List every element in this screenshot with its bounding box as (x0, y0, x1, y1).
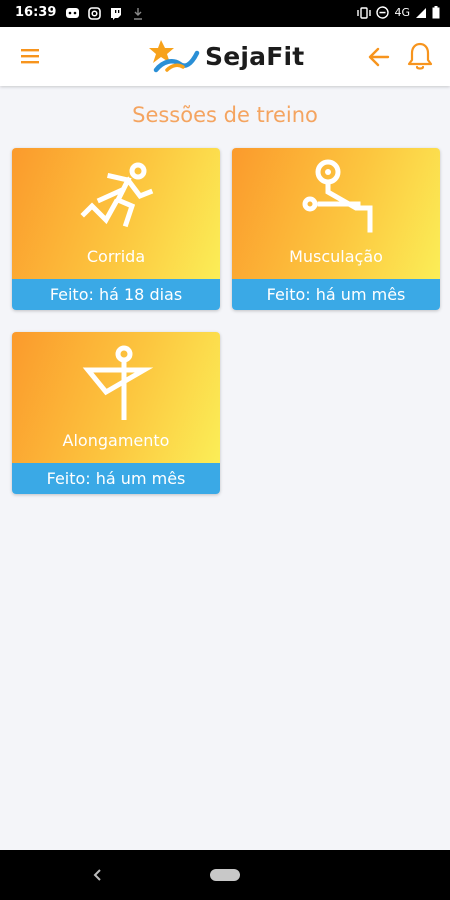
status-bar: 16:39 4G (0, 0, 450, 27)
chevron-left-icon (93, 869, 101, 881)
card-status: Feito: há um mês (232, 279, 440, 310)
card-header: Alongamento (12, 332, 220, 463)
notifications-button[interactable] (406, 41, 434, 71)
sejafit-logo: SejaFit (147, 37, 304, 75)
session-card-musculacao[interactable]: Musculação Feito: há um mês (232, 148, 440, 310)
vibrate-icon (357, 6, 372, 19)
home-pill[interactable] (210, 869, 240, 881)
notification-icons (64, 6, 146, 20)
card-header: Musculação (232, 148, 440, 279)
network-type: 4G (394, 6, 410, 19)
system-icons: 4G (357, 6, 440, 19)
app-bar: SejaFit (0, 27, 450, 86)
status-time: 16:39 (15, 5, 57, 20)
running-icon (80, 162, 154, 228)
card-status: Feito: há um mês (12, 463, 220, 494)
card-header: Corrida (12, 148, 220, 279)
hamburger-icon (21, 49, 39, 64)
back-button[interactable] (366, 44, 392, 70)
do-not-disturb-icon (376, 6, 390, 19)
signal-icon (416, 7, 426, 18)
page-title: Sessões de treino (132, 103, 318, 127)
twitch-icon (108, 6, 124, 20)
bell-icon (407, 42, 433, 70)
menu-button[interactable] (18, 45, 44, 67)
download-icon (130, 6, 146, 20)
card-title: Musculação (289, 247, 383, 266)
stretching-icon (82, 345, 154, 420)
discord-icon (64, 6, 80, 20)
card-status: Feito: há 18 dias (12, 279, 220, 310)
session-card-alongamento[interactable]: Alongamento Feito: há um mês (12, 332, 220, 494)
battery-icon (432, 6, 440, 19)
session-card-corrida[interactable]: Corrida Feito: há 18 dias (12, 148, 220, 310)
card-title: Alongamento (62, 431, 170, 450)
card-title: Corrida (86, 247, 146, 266)
brand-name: SejaFit (205, 41, 305, 71)
instagram-icon (86, 6, 102, 20)
arrow-left-icon (368, 47, 390, 67)
logo-mark-icon (149, 40, 200, 73)
bench-press-icon (302, 159, 373, 233)
nav-back-button[interactable] (90, 867, 106, 883)
navigation-bar (0, 850, 450, 900)
